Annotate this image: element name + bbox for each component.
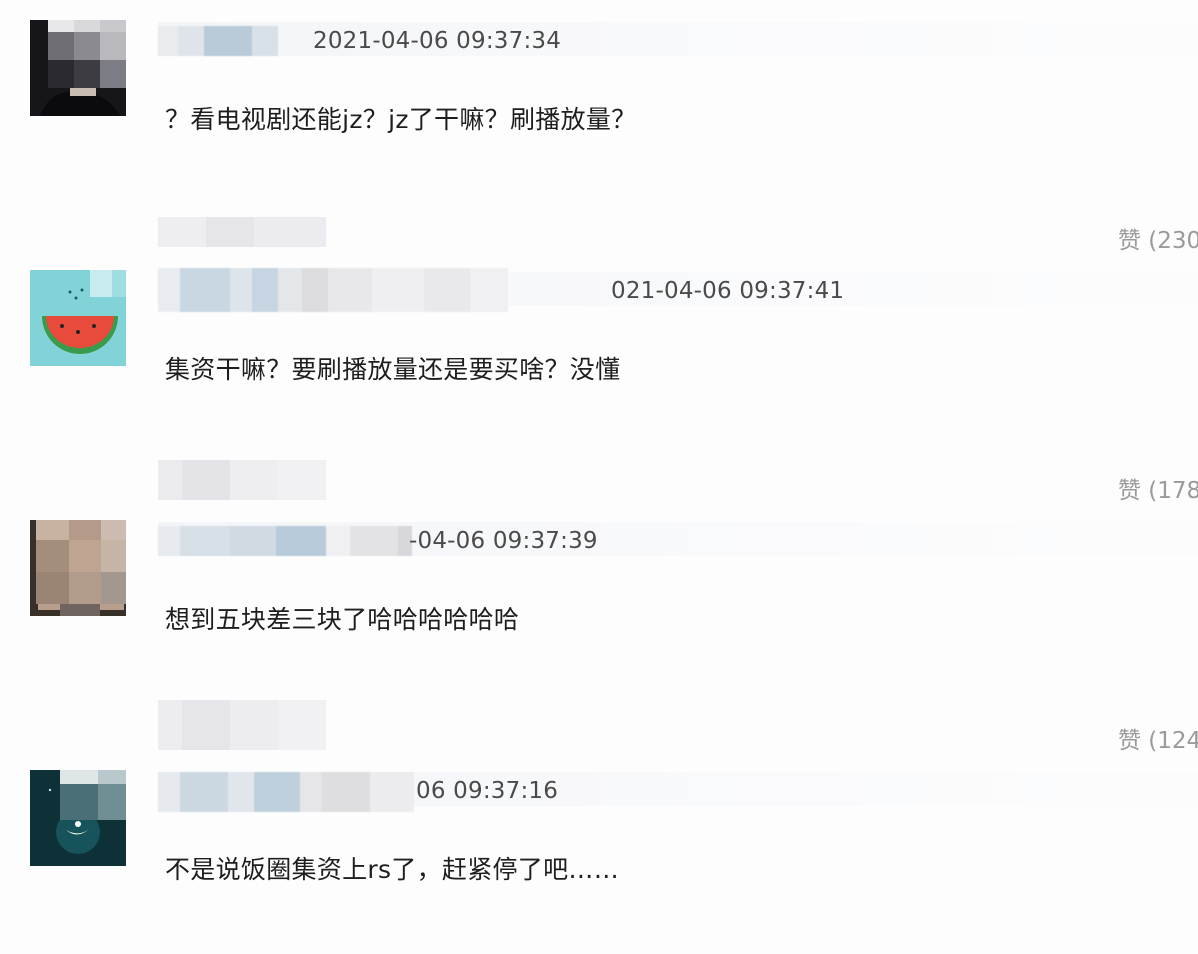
avatar[interactable] xyxy=(30,520,126,616)
timestamp: 2021-04-06 09:37:34 xyxy=(313,28,562,54)
comment-item: -04-06 09:37:39 想到五块差三块了哈哈哈哈哈哈 赞 (124 xyxy=(0,500,1198,754)
comment-text: ？看电视剧还能jz？jz了干嘛？刷播放量？ xyxy=(165,105,637,134)
comment-list: 2021-04-06 09:37:34 ？看电视剧还能jz？jz了干嘛？刷播放量… xyxy=(0,0,1198,954)
timestamp: 021-04-06 09:37:41 xyxy=(611,278,845,304)
avatar[interactable] xyxy=(30,270,126,366)
timestamp: 06 09:37:16 xyxy=(416,778,559,804)
username-blurred[interactable] xyxy=(158,772,414,812)
reply-preview-blurred xyxy=(158,217,326,247)
avatar[interactable] xyxy=(30,770,126,866)
timestamp: -04-06 09:37:39 xyxy=(409,528,598,554)
comment-text: 想到五块差三块了哈哈哈哈哈哈 xyxy=(165,605,520,634)
reply-preview-blurred xyxy=(158,700,326,750)
username-blurred[interactable] xyxy=(158,526,412,556)
avatar[interactable] xyxy=(30,20,126,116)
username-blurred[interactable] xyxy=(158,268,508,312)
comment-item: 06 09:37:16 不是说饭圈集资上rs了，赶紧停了吧…… xyxy=(0,750,1198,954)
comment-text: 不是说饭圈集资上rs了，赶紧停了吧…… xyxy=(165,855,620,884)
comment-item: 2021-04-06 09:37:34 ？看电视剧还能jz？jz了干嘛？刷播放量… xyxy=(0,0,1198,254)
username-blurred[interactable] xyxy=(158,26,278,56)
comment-text: 集资干嘛？要刷播放量还是要买啥？没懂 xyxy=(165,355,621,384)
comment-item: 021-04-06 09:37:41 集资干嘛？要刷播放量还是要买啥？没懂 赞 … xyxy=(0,250,1198,504)
reply-preview-blurred xyxy=(158,460,326,500)
